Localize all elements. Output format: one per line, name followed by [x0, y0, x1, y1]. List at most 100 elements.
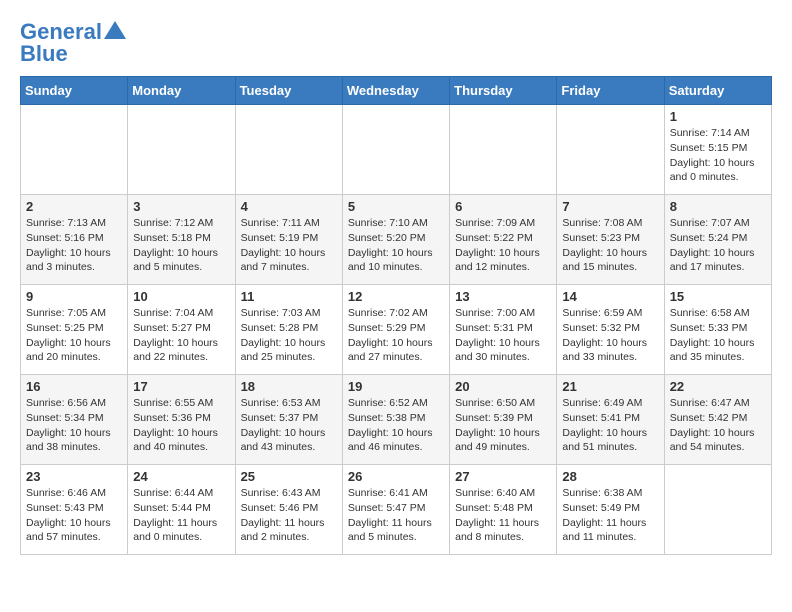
calendar-cell: 1 Sunrise: 7:14 AM Sunset: 5:15 PM Daylig… — [664, 105, 771, 195]
calendar-week-row: 23 Sunrise: 6:46 AM Sunset: 5:43 PM Dayli… — [21, 465, 772, 555]
day-info: Sunrise: 6:46 AM Sunset: 5:43 PM Dayligh… — [26, 486, 122, 545]
day-number: 22 — [670, 379, 766, 394]
calendar-cell — [128, 105, 235, 195]
calendar-week-row: 9 Sunrise: 7:05 AM Sunset: 5:25 PM Daylig… — [21, 285, 772, 375]
calendar-cell: 27 Sunrise: 6:40 AM Sunset: 5:48 PM Dayli… — [450, 465, 557, 555]
day-number: 1 — [670, 109, 766, 124]
day-info: Sunrise: 7:12 AM Sunset: 5:18 PM Dayligh… — [133, 216, 229, 275]
day-info: Sunrise: 6:47 AM Sunset: 5:42 PM Dayligh… — [670, 396, 766, 455]
day-info: Sunrise: 7:14 AM Sunset: 5:15 PM Dayligh… — [670, 126, 766, 185]
day-number: 12 — [348, 289, 444, 304]
day-number: 15 — [670, 289, 766, 304]
day-number: 10 — [133, 289, 229, 304]
calendar-header-row: SundayMondayTuesdayWednesdayThursdayFrid… — [21, 77, 772, 105]
day-number: 25 — [241, 469, 337, 484]
day-info: Sunrise: 6:40 AM Sunset: 5:48 PM Dayligh… — [455, 486, 551, 545]
calendar-week-row: 1 Sunrise: 7:14 AM Sunset: 5:15 PM Daylig… — [21, 105, 772, 195]
day-number: 7 — [562, 199, 658, 214]
day-number: 27 — [455, 469, 551, 484]
calendar-cell: 12 Sunrise: 7:02 AM Sunset: 5:29 PM Dayli… — [342, 285, 449, 375]
day-number: 20 — [455, 379, 551, 394]
calendar-cell: 8Sunrise: 7:07 AM Sunset: 5:24 PM Daylig… — [664, 195, 771, 285]
calendar-week-row: 2 Sunrise: 7:13 AM Sunset: 5:16 PM Daylig… — [21, 195, 772, 285]
calendar-cell: 3 Sunrise: 7:12 AM Sunset: 5:18 PM Daylig… — [128, 195, 235, 285]
header-friday: Friday — [557, 77, 664, 105]
day-info: Sunrise: 7:00 AM Sunset: 5:31 PM Dayligh… — [455, 306, 551, 365]
header-sunday: Sunday — [21, 77, 128, 105]
day-info: Sunrise: 6:56 AM Sunset: 5:34 PM Dayligh… — [26, 396, 122, 455]
day-info: Sunrise: 7:08 AM Sunset: 5:23 PM Dayligh… — [562, 216, 658, 275]
calendar-cell: 11 Sunrise: 7:03 AM Sunset: 5:28 PM Dayli… — [235, 285, 342, 375]
day-number: 21 — [562, 379, 658, 394]
logo-arrow-icon — [104, 21, 126, 39]
day-info: Sunrise: 7:02 AM Sunset: 5:29 PM Dayligh… — [348, 306, 444, 365]
calendar-cell: 23 Sunrise: 6:46 AM Sunset: 5:43 PM Dayli… — [21, 465, 128, 555]
day-info: Sunrise: 6:50 AM Sunset: 5:39 PM Dayligh… — [455, 396, 551, 455]
day-number: 17 — [133, 379, 229, 394]
day-number: 26 — [348, 469, 444, 484]
day-info: Sunrise: 7:03 AM Sunset: 5:28 PM Dayligh… — [241, 306, 337, 365]
calendar-cell: 13Sunrise: 7:00 AM Sunset: 5:31 PM Dayli… — [450, 285, 557, 375]
calendar-cell: 7 Sunrise: 7:08 AM Sunset: 5:23 PM Daylig… — [557, 195, 664, 285]
calendar-cell — [21, 105, 128, 195]
day-info: Sunrise: 7:05 AM Sunset: 5:25 PM Dayligh… — [26, 306, 122, 365]
day-number: 11 — [241, 289, 337, 304]
page-header: General Blue — [20, 20, 772, 66]
day-info: Sunrise: 6:43 AM Sunset: 5:46 PM Dayligh… — [241, 486, 337, 545]
day-info: Sunrise: 6:58 AM Sunset: 5:33 PM Dayligh… — [670, 306, 766, 365]
calendar-cell: 17 Sunrise: 6:55 AM Sunset: 5:36 PM Dayli… — [128, 375, 235, 465]
day-number: 6 — [455, 199, 551, 214]
day-info: Sunrise: 6:53 AM Sunset: 5:37 PM Dayligh… — [241, 396, 337, 455]
calendar-cell: 4 Sunrise: 7:11 AM Sunset: 5:19 PM Daylig… — [235, 195, 342, 285]
calendar-cell — [342, 105, 449, 195]
day-info: Sunrise: 7:09 AM Sunset: 5:22 PM Dayligh… — [455, 216, 551, 275]
day-info: Sunrise: 6:49 AM Sunset: 5:41 PM Dayligh… — [562, 396, 658, 455]
header-thursday: Thursday — [450, 77, 557, 105]
day-number: 4 — [241, 199, 337, 214]
calendar-cell: 14 Sunrise: 6:59 AM Sunset: 5:32 PM Dayli… — [557, 285, 664, 375]
day-info: Sunrise: 7:11 AM Sunset: 5:19 PM Dayligh… — [241, 216, 337, 275]
logo-text-blue: Blue — [20, 42, 68, 66]
day-info: Sunrise: 6:38 AM Sunset: 5:49 PM Dayligh… — [562, 486, 658, 545]
day-info: Sunrise: 6:59 AM Sunset: 5:32 PM Dayligh… — [562, 306, 658, 365]
day-number: 23 — [26, 469, 122, 484]
day-number: 28 — [562, 469, 658, 484]
day-number: 5 — [348, 199, 444, 214]
day-number: 18 — [241, 379, 337, 394]
day-number: 9 — [26, 289, 122, 304]
day-info: Sunrise: 7:10 AM Sunset: 5:20 PM Dayligh… — [348, 216, 444, 275]
calendar-cell — [664, 465, 771, 555]
day-number: 3 — [133, 199, 229, 214]
calendar-cell: 18 Sunrise: 6:53 AM Sunset: 5:37 PM Dayli… — [235, 375, 342, 465]
day-info: Sunrise: 6:55 AM Sunset: 5:36 PM Dayligh… — [133, 396, 229, 455]
calendar-cell: 22 Sunrise: 6:47 AM Sunset: 5:42 PM Dayli… — [664, 375, 771, 465]
header-wednesday: Wednesday — [342, 77, 449, 105]
calendar-cell: 20 Sunrise: 6:50 AM Sunset: 5:39 PM Dayli… — [450, 375, 557, 465]
calendar-table: SundayMondayTuesdayWednesdayThursdayFrid… — [20, 76, 772, 555]
calendar-cell: 26 Sunrise: 6:41 AM Sunset: 5:47 PM Dayli… — [342, 465, 449, 555]
header-saturday: Saturday — [664, 77, 771, 105]
calendar-cell: 28 Sunrise: 6:38 AM Sunset: 5:49 PM Dayli… — [557, 465, 664, 555]
day-number: 24 — [133, 469, 229, 484]
calendar-cell: 15 Sunrise: 6:58 AM Sunset: 5:33 PM Dayli… — [664, 285, 771, 375]
calendar-cell: 2 Sunrise: 7:13 AM Sunset: 5:16 PM Daylig… — [21, 195, 128, 285]
day-number: 8 — [670, 199, 766, 214]
calendar-cell: 25 Sunrise: 6:43 AM Sunset: 5:46 PM Dayli… — [235, 465, 342, 555]
day-info: Sunrise: 6:52 AM Sunset: 5:38 PM Dayligh… — [348, 396, 444, 455]
day-number: 14 — [562, 289, 658, 304]
calendar-cell: 16Sunrise: 6:56 AM Sunset: 5:34 PM Dayli… — [21, 375, 128, 465]
calendar-cell — [235, 105, 342, 195]
logo: General Blue — [20, 20, 126, 66]
day-number: 2 — [26, 199, 122, 214]
calendar-cell: 6 Sunrise: 7:09 AM Sunset: 5:22 PM Daylig… — [450, 195, 557, 285]
calendar-cell: 24Sunrise: 6:44 AM Sunset: 5:44 PM Dayli… — [128, 465, 235, 555]
calendar-cell: 10Sunrise: 7:04 AM Sunset: 5:27 PM Dayli… — [128, 285, 235, 375]
header-tuesday: Tuesday — [235, 77, 342, 105]
calendar-cell: 5 Sunrise: 7:10 AM Sunset: 5:20 PM Daylig… — [342, 195, 449, 285]
day-info: Sunrise: 6:41 AM Sunset: 5:47 PM Dayligh… — [348, 486, 444, 545]
day-info: Sunrise: 7:13 AM Sunset: 5:16 PM Dayligh… — [26, 216, 122, 275]
calendar-week-row: 16Sunrise: 6:56 AM Sunset: 5:34 PM Dayli… — [21, 375, 772, 465]
calendar-cell — [450, 105, 557, 195]
calendar-cell — [557, 105, 664, 195]
calendar-cell: 19Sunrise: 6:52 AM Sunset: 5:38 PM Dayli… — [342, 375, 449, 465]
